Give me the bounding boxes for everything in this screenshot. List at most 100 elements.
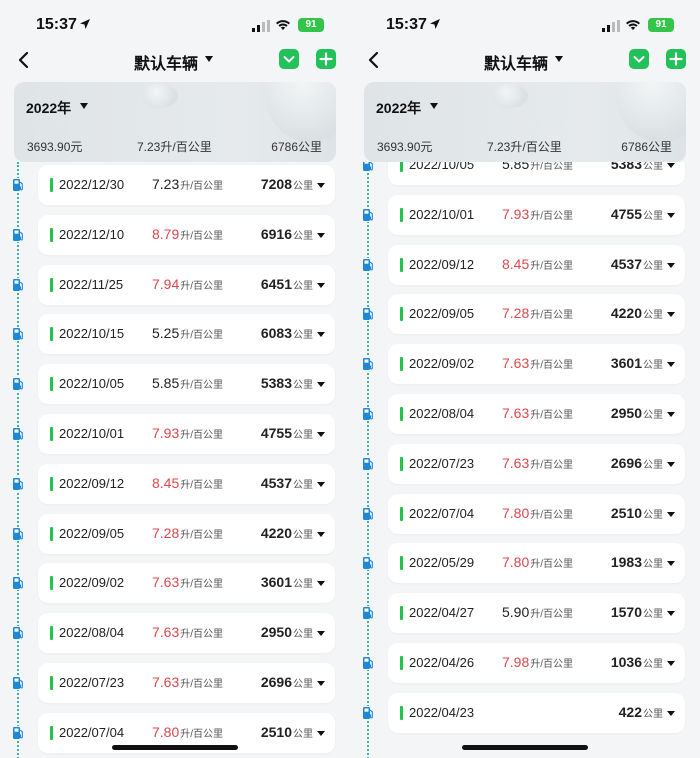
- record-consumption: 5.25升/百公里: [152, 325, 223, 341]
- mileage-value: 1036: [610, 653, 642, 670]
- record-card[interactable]: 2022/08/04 7.63升/百公里 2950公里: [388, 393, 685, 434]
- expand-record-icon[interactable]: [317, 680, 325, 686]
- vehicle-title[interactable]: 默认车辆: [484, 50, 548, 74]
- back-icon[interactable]: [16, 50, 32, 70]
- record-card[interactable]: 2022/09/12 8.45升/百公里 4537公里: [38, 463, 335, 504]
- record-card[interactable]: 2022/09/02 7.63升/百公里 3601公里: [388, 344, 685, 385]
- expand-record-icon[interactable]: [317, 531, 325, 537]
- record-row: 2022/10/05 5.85升/百公里 5383公里: [0, 359, 350, 409]
- location-arrow-icon: [80, 19, 90, 29]
- year-dropdown-icon[interactable]: [430, 103, 438, 109]
- signal-icon: [252, 20, 270, 32]
- status-bar: 15:37 91: [0, 0, 350, 44]
- refuel-record-list[interactable]: 2022/12/30 7.23升/百公里 7208公里 2022/12/10 8…: [0, 162, 350, 758]
- record-card[interactable]: 2022/07/04 7.80升/百公里 2510公里: [388, 493, 685, 534]
- consumption-value: 7.94: [152, 275, 180, 292]
- add-record-button[interactable]: [666, 49, 686, 69]
- expand-record-icon[interactable]: [667, 312, 675, 318]
- consumption-unit: 升/百公里: [530, 409, 574, 421]
- record-marker: [50, 675, 53, 690]
- record-card[interactable]: 2022/12/30 7.23升/百公里 7208公里: [38, 165, 335, 205]
- record-row: 2022/09/05 7.28升/百公里 4220公里: [350, 289, 700, 339]
- record-card[interactable]: 2022/10/01 7.93升/百公里 4755公里: [38, 413, 335, 454]
- record-marker: [50, 377, 53, 392]
- mileage-value: 4755: [260, 424, 292, 441]
- expand-record-icon[interactable]: [317, 332, 325, 338]
- record-card[interactable]: 2022/07/23 7.63升/百公里 2696公里: [38, 662, 335, 703]
- consumption-unit: 升/百公里: [530, 509, 574, 521]
- vehicle-dropdown-icon[interactable]: [205, 56, 213, 62]
- mileage-unit: 公里: [643, 708, 663, 720]
- expand-record-icon[interactable]: [667, 262, 675, 268]
- expand-record-icon[interactable]: [317, 232, 325, 238]
- record-card[interactable]: 2022/09/05 7.28升/百公里 4220公里: [38, 513, 335, 554]
- record-row: 2022/09/02 7.63升/百公里 3601公里: [0, 558, 350, 608]
- record-consumption: 7.28升/百公里: [152, 525, 223, 541]
- record-marker: [50, 725, 53, 740]
- expand-record-icon[interactable]: [317, 282, 325, 288]
- fuel-pump-icon: [12, 526, 24, 541]
- total-mileage: 6786公里: [621, 140, 672, 154]
- expand-record-icon[interactable]: [667, 461, 675, 467]
- back-icon[interactable]: [366, 50, 382, 70]
- record-consumption: 7.63升/百公里: [502, 455, 573, 471]
- record-card[interactable]: 2022/04/26 7.98升/百公里 1036公里: [388, 642, 685, 683]
- add-record-button[interactable]: [316, 49, 336, 69]
- expand-record-icon[interactable]: [667, 362, 675, 368]
- record-date: 2022/07/04: [409, 505, 475, 521]
- collapse-button[interactable]: [629, 49, 649, 69]
- record-consumption: 7.63升/百公里: [152, 624, 223, 640]
- record-marker: [400, 456, 403, 471]
- record-card[interactable]: 2022/10/05 5.85升/百公里 5383公里: [388, 162, 685, 185]
- year-selector[interactable]: 2022年: [376, 98, 421, 118]
- record-card[interactable]: 2022/08/04 7.63升/百公里 2950公里: [38, 613, 335, 654]
- year-selector[interactable]: 2022年: [26, 98, 71, 118]
- mileage-unit: 公里: [643, 310, 663, 322]
- expand-record-icon[interactable]: [317, 382, 325, 388]
- vehicle-title[interactable]: 默认车辆: [134, 50, 198, 74]
- record-card[interactable]: 2022/05/29 7.80升/百公里 1983公里: [388, 543, 685, 584]
- expand-record-icon[interactable]: [317, 183, 325, 188]
- expand-record-icon[interactable]: [667, 411, 675, 417]
- record-card[interactable]: 2022/07/23 7.63升/百公里 2696公里: [388, 443, 685, 484]
- mileage-unit: 公里: [643, 609, 663, 621]
- expand-record-icon[interactable]: [667, 212, 675, 218]
- expand-record-icon[interactable]: [667, 511, 675, 517]
- record-card[interactable]: 2022/09/12 8.45升/百公里 4537公里: [388, 244, 685, 285]
- record-mileage: 2950公里: [611, 405, 663, 421]
- expand-record-icon[interactable]: [317, 581, 325, 587]
- expand-record-icon[interactable]: [317, 730, 325, 736]
- record-consumption: 7.94升/百公里: [152, 276, 223, 292]
- record-card[interactable]: 2022/09/05 7.28升/百公里 4220公里: [388, 294, 685, 335]
- expand-record-icon[interactable]: [667, 163, 675, 168]
- record-date: 2022/10/01: [409, 206, 475, 222]
- record-card[interactable]: 2022/11/25 7.94升/百公里 6451公里: [38, 264, 335, 305]
- record-card[interactable]: 2022/09/02 7.63升/百公里 3601公里: [38, 563, 335, 604]
- expand-record-icon[interactable]: [667, 561, 675, 567]
- expand-record-icon[interactable]: [667, 710, 675, 716]
- record-marker: [400, 307, 403, 322]
- record-marker: [50, 327, 53, 342]
- mileage-unit: 公里: [293, 280, 313, 292]
- record-card[interactable]: 2022/12/10 8.79升/百公里 6916公里: [38, 214, 335, 255]
- expand-record-icon[interactable]: [317, 631, 325, 637]
- year-dropdown-icon[interactable]: [80, 103, 88, 109]
- record-card[interactable]: 2022/04/23 422公里: [388, 692, 685, 733]
- record-card[interactable]: 2022/10/01 7.93升/百公里 4755公里: [388, 194, 685, 235]
- record-card[interactable]: 2022/10/15 5.25升/百公里 6083公里: [38, 314, 335, 355]
- expand-record-icon[interactable]: [667, 611, 675, 617]
- expand-record-icon[interactable]: [317, 431, 325, 437]
- refuel-record-list[interactable]: 2022/10/05 5.85升/百公里 5383公里 2022/10/01 7…: [350, 162, 700, 758]
- expand-record-icon[interactable]: [667, 660, 675, 666]
- consumption-value: 7.63: [502, 355, 530, 372]
- fuel-pump-icon: [12, 327, 24, 342]
- record-date: 2022/07/23: [409, 455, 475, 471]
- collapse-button[interactable]: [279, 49, 299, 69]
- mileage-value: 5383: [610, 162, 642, 172]
- expand-record-icon[interactable]: [317, 481, 325, 487]
- record-card[interactable]: 2022/04/27 5.90升/百公里 1570公里: [388, 593, 685, 634]
- vehicle-dropdown-icon[interactable]: [555, 56, 563, 62]
- fuel-pump-icon: [362, 307, 374, 322]
- record-card[interactable]: 2022/10/05 5.85升/百公里 5383公里: [38, 364, 335, 405]
- fuel-pump-icon: [12, 178, 24, 192]
